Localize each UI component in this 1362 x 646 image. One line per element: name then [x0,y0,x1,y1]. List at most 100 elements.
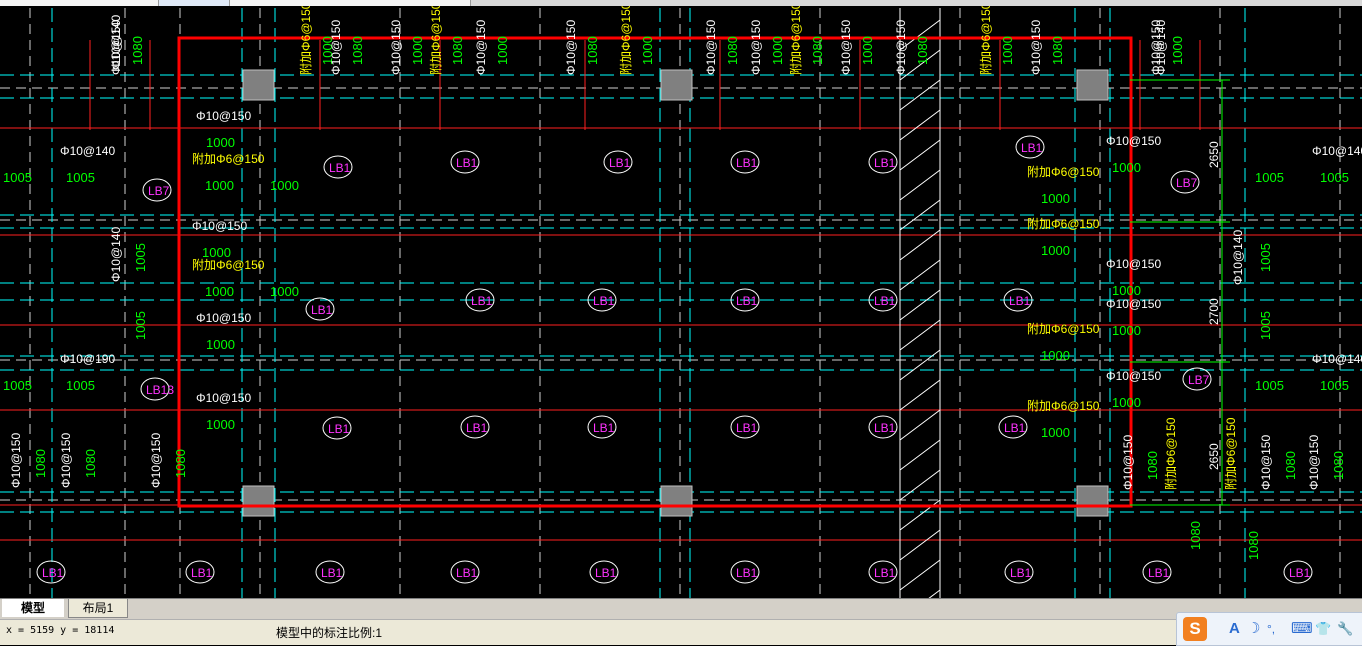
rebar-label-vertical: Φ10@140 [1231,230,1245,285]
rebar-label-vertical: Φ10@150 [749,20,763,75]
length-label-vertical: 1080 [1283,451,1298,480]
length-label-vertical: 1080 [915,36,930,65]
rebar-label-vertical: Φ10@150 [59,433,73,488]
length-label-vertical: 1000 [640,36,655,65]
column-square [1076,69,1109,101]
column-square [660,485,693,517]
rebar-label-vertical: Φ10@150 [389,20,403,75]
side-tag: LB7 [1188,373,1210,387]
length-label-vertical: 1080 [1050,36,1065,65]
slab-tag: LB1 [874,566,896,580]
slab-tag: LB1 [736,566,758,580]
dimension-text: 2650 [1207,443,1221,470]
length-label: 1005 [1320,170,1349,185]
rebar-label-vertical: Φ10@150 [839,20,853,75]
rebar-label-vertical: Φ10@150 [329,20,343,75]
rebar-label-vertical: Φ10@150 [474,20,488,75]
length-label: 1000 [1112,395,1141,410]
added-rebar-label: 附加Φ6@150 [1027,217,1100,231]
length-label-vertical: 1080 [130,36,145,65]
slab-tag: LB1 [1021,141,1043,155]
side-tag: LB13 [146,383,174,397]
dimension-text: 2650 [1207,141,1221,168]
slab-tag: LB1 [874,294,896,308]
slab-tag: LB1 [456,156,478,170]
wall-hatch [928,589,941,598]
rebar-label-vertical: Φ10@150 [1121,435,1135,490]
slab-tag: LB1 [593,421,615,435]
rebar-label-vertical: Φ10@150 [1029,20,1043,75]
slab-tag: LB1 [736,156,758,170]
punctuation-icon[interactable]: °, [1267,620,1275,638]
length-label-vertical: 1000 [1170,36,1185,65]
wall-hatch [899,409,941,441]
wall-hatch [899,559,941,591]
slab-tag: LB1 [329,161,351,175]
added-rebar-label-vertical: 附加Φ6@150 [1224,417,1238,490]
length-label: 1000 [1041,243,1070,258]
rebar-label: Φ10@150 [1106,369,1161,383]
length-label-vertical: 1080 [585,36,600,65]
length-label-vertical: 1080 [1145,451,1160,480]
rebar-label-vertical: Φ10@150 [894,20,908,75]
keyboard-icon[interactable]: ⌨ [1291,620,1313,638]
length-label-vertical: 1000 [495,36,510,65]
length-label: 1005 [1255,170,1284,185]
length-label: 1000 [206,337,235,352]
slab-tag: LB1 [1289,566,1311,580]
status-bar: x = 5159 y = 18114 模型中的标注比例:1 [0,619,1362,645]
moon-icon[interactable]: ☽ [1247,620,1260,638]
length-label: 1000 [205,178,234,193]
cursor-coordinates: x = 5159 y = 18114 [6,625,115,636]
slab-tag: LB1 [874,156,896,170]
slab-tag: LB1 [328,422,350,436]
length-label-vertical: 1005 [1258,243,1273,272]
length-label: 1000 [270,284,299,299]
slab-tag: LB1 [321,566,343,580]
length-label: 1000 [206,417,235,432]
length-label-vertical: 1000 [410,36,425,65]
length-label: 1000 [1112,323,1141,338]
column-square [1076,485,1109,517]
tab-model[interactable]: 模型 [2,599,64,617]
length-label: 1005 [66,170,95,185]
tab-layout1[interactable]: 布局1 [68,599,128,618]
length-label-vertical: 1080 [1246,531,1261,560]
rebar-label: Φ10@150 [196,311,251,325]
slab-tag: LB1 [1148,566,1170,580]
skin-icon[interactable]: 👕 [1315,620,1331,638]
drawing-canvas[interactable]: 2650 2700 2650 Φ10@150 1080 附加Φ6@150 1000 Φ10@1… [0,6,1362,598]
slab-tag: LB1 [456,566,478,580]
slab-tag: LB1 [466,421,488,435]
length-label-vertical: 1080 [810,36,825,65]
sogou-logo-icon[interactable]: S [1183,617,1207,641]
added-rebar-label: 附加Φ6@150 [192,258,265,272]
slab-tag: LB1 [1010,566,1032,580]
length-label-vertical: 1000 [1000,36,1015,65]
length-label: 1005 [1255,378,1284,393]
slab-tag: LB1 [191,566,213,580]
rebar-label: Φ10@150 [1106,257,1161,271]
rebar-label: Φ10@150 [1106,297,1161,311]
length-label-vertical: 1000 [860,36,875,65]
dimension-text: 2700 [1207,298,1221,325]
wall-hatch [899,79,941,111]
rebar-label: Φ10@150 [196,109,251,123]
cad-drawing[interactable]: 2650 2700 2650 Φ10@150 1080 附加Φ6@150 1000 Φ10@1… [0,6,1362,598]
rebar-label: Φ10@140 [1312,352,1362,366]
wall-hatch [899,439,941,471]
rebar-label-vertical: 附加Φ6@150 [619,6,633,75]
annotation-scale[interactable]: 模型中的标注比例:1 [276,624,382,641]
tools-icon[interactable]: 🔧 [1337,620,1353,638]
length-label-vertical: 1080 [83,449,98,478]
rebar-label: Φ10@150 [196,391,251,405]
column-square [242,485,275,517]
rebar-label-vertical: Φ10@140 [109,15,123,70]
length-label-vertical: 1080 [1188,521,1203,550]
rebar-label-vertical: Φ10@150 [9,433,23,488]
language-toggle-icon[interactable]: A [1229,620,1240,638]
length-label: 1000 [206,135,235,150]
rebar-label-vertical: Φ10@150 [149,433,163,488]
wall-hatch [899,259,941,291]
ime-toolbar: S A ☽ °, ⌨ 👕 🔧 [1176,612,1362,646]
